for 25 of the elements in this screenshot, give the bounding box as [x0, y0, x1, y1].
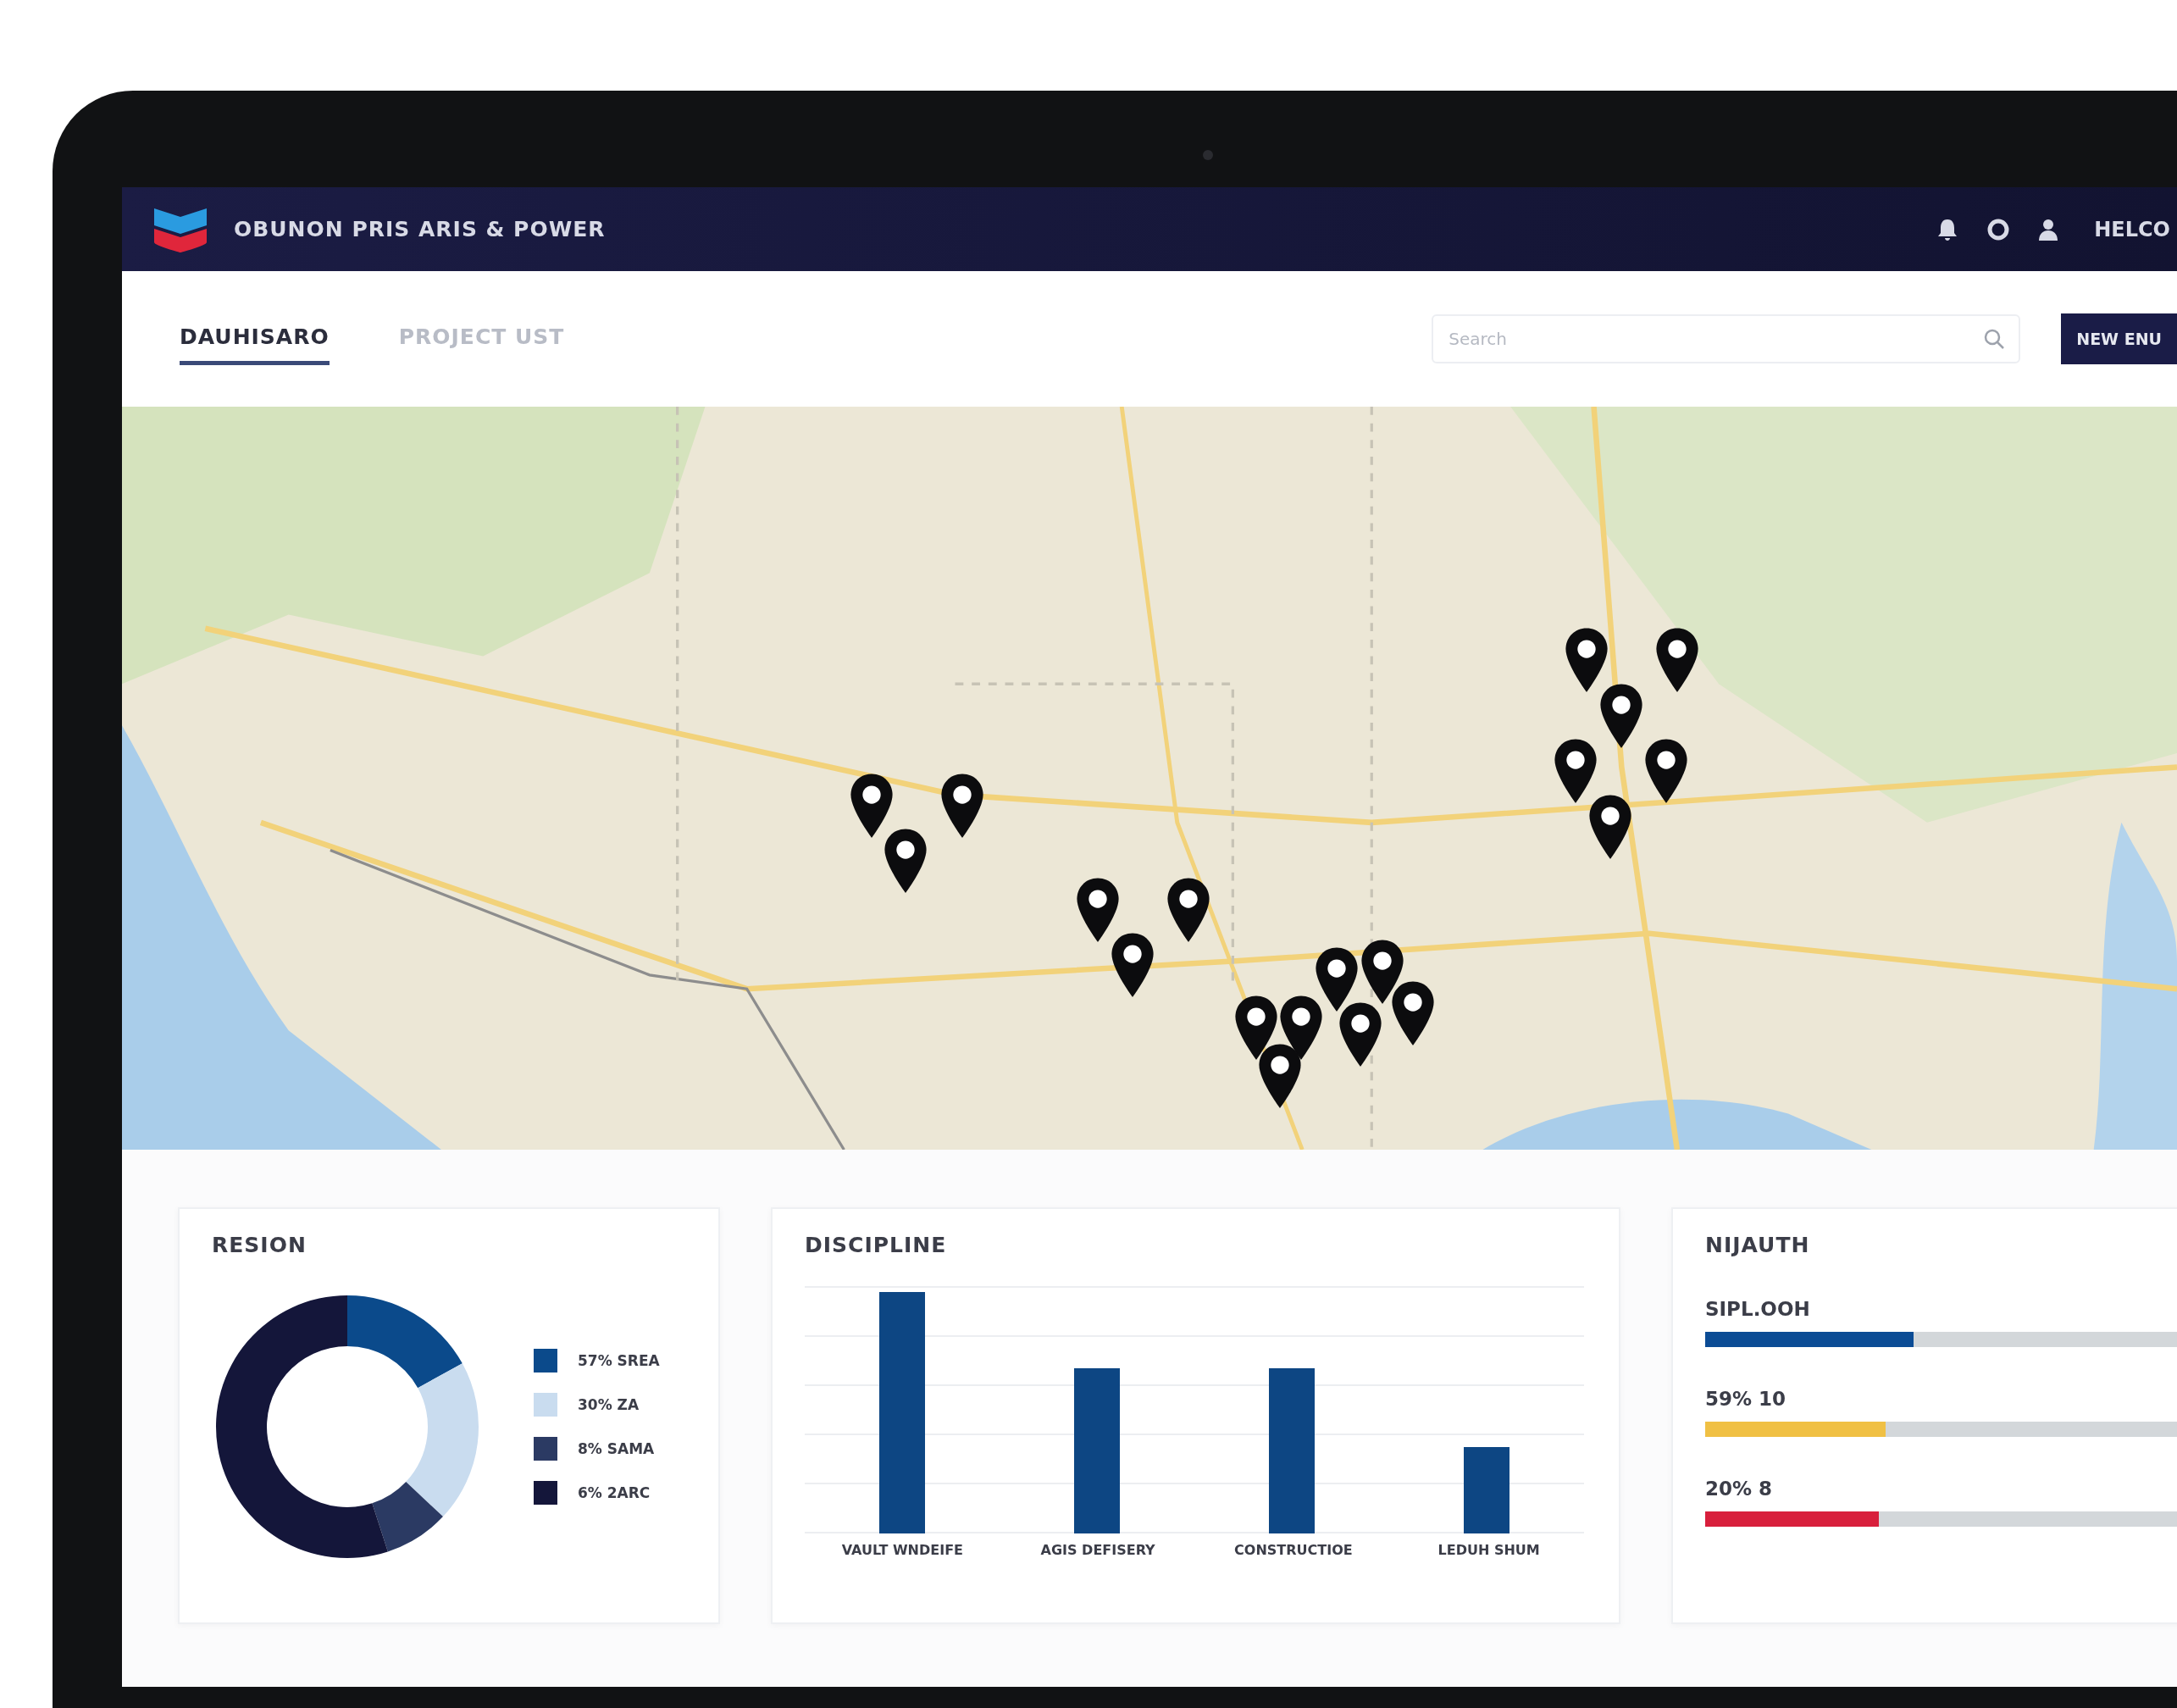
progress-label: 20% 8 [1705, 1478, 1773, 1500]
card-title: NIJAUTH [1705, 1233, 1810, 1257]
settings-icon[interactable] [1987, 218, 2010, 241]
bar-label: AGIS DEFISERY [1040, 1542, 1155, 1558]
card-title: DISCIPLINE [805, 1233, 947, 1257]
action-button[interactable]: NEW ENU [2061, 313, 2177, 364]
card-title: RESION [212, 1233, 307, 1257]
legend-label: 30% ZA [578, 1396, 640, 1413]
progress-label: 59% 10 [1705, 1388, 1786, 1410]
bar-label: CONSTRUCTIOE [1234, 1542, 1353, 1558]
legend-label: 6% 2ARC [578, 1484, 651, 1501]
camera-dot [1203, 150, 1213, 160]
bar-label: LEDUH SHUM [1437, 1542, 1540, 1558]
search-field[interactable]: Search [1432, 314, 2021, 363]
app-title: OBUNON PRIS ARIS & POWER [234, 217, 606, 241]
search-icon [1983, 328, 2006, 350]
progress-label: SIPL.OOH [1705, 1298, 1810, 1320]
user-icon[interactable] [2038, 217, 2059, 241]
legend-label: 8% SAMA [578, 1440, 655, 1457]
tab[interactable]: DAUHISARO [180, 313, 330, 365]
legend-label: 57% SREA [578, 1352, 660, 1369]
bell-icon[interactable] [1936, 217, 1959, 241]
bar-label: VAULT WNDEIFE [841, 1542, 963, 1558]
user-name[interactable]: HELCO [2094, 217, 2170, 241]
logo-icon [152, 206, 208, 252]
